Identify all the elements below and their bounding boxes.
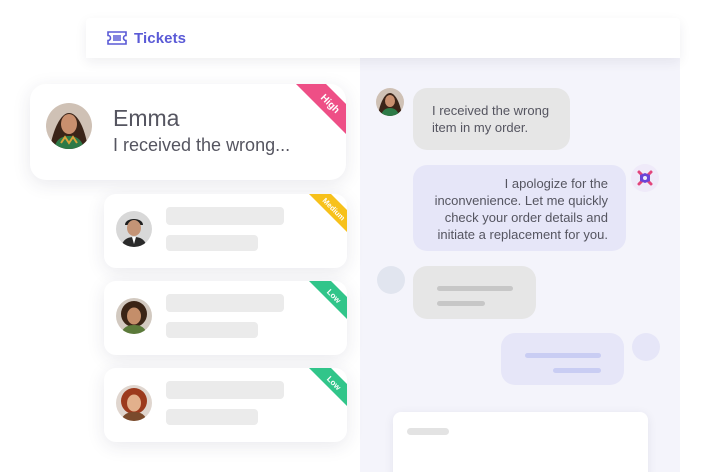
customer-avatar (376, 88, 404, 116)
ticket-card-emma[interactable]: Emma I received the wrong... High (30, 84, 346, 180)
agent-message: I apologize for the inconvenience. Let m… (413, 165, 626, 251)
message-preview: I received the wrong... (113, 135, 291, 155)
placeholder-line (437, 286, 513, 291)
priority-ribbon: Medium (309, 194, 347, 232)
woman-red-hair-avatar (116, 385, 152, 421)
bot-logo-icon (631, 164, 659, 192)
placeholder-avatar (632, 333, 660, 361)
placeholder-incoming-bubble (413, 266, 536, 319)
skeleton-line (166, 294, 284, 312)
placeholder-line (437, 301, 485, 306)
priority-ribbon: Low (309, 281, 347, 319)
placeholder-avatar (377, 266, 405, 294)
customer-name: Emma (113, 105, 180, 131)
priority-ribbon: High (296, 84, 346, 134)
header: Tickets (86, 18, 680, 58)
placeholder-line (553, 368, 601, 373)
ticket-card[interactable]: Low (104, 368, 347, 442)
placeholder-line (407, 428, 449, 435)
skeleton-line (166, 207, 284, 225)
skeleton-line (166, 409, 258, 425)
placeholder-outgoing-bubble (501, 333, 624, 385)
message-input[interactable] (393, 412, 648, 472)
ticket-icon (106, 30, 128, 46)
ticket-card[interactable]: Medium (104, 194, 347, 268)
skeleton-line (166, 235, 258, 251)
skeleton-line (166, 381, 284, 399)
customer-message: I received the wrong item in my order. (413, 88, 570, 150)
woman-avatar (46, 103, 92, 149)
man-avatar (116, 211, 152, 247)
priority-ribbon: Low (309, 368, 347, 406)
ticket-card[interactable]: Low (104, 281, 347, 355)
tickets-tab[interactable]: Tickets (134, 30, 186, 47)
woman-curly-avatar (116, 298, 152, 334)
skeleton-line (166, 322, 258, 338)
placeholder-line (525, 353, 601, 358)
